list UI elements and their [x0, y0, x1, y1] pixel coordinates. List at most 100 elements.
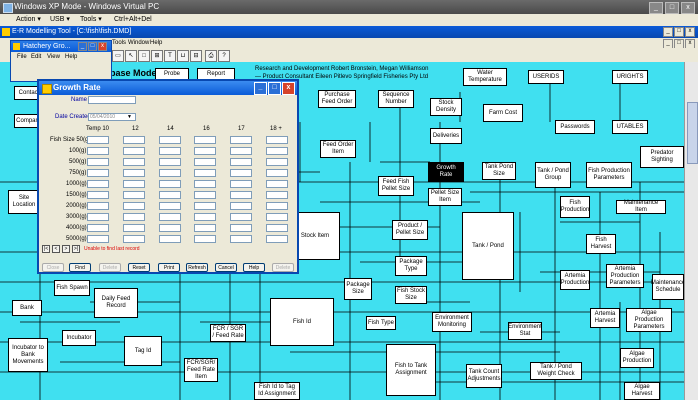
entity-passwords[interactable]: Passwords: [555, 120, 595, 134]
entity-maintenance-item[interactable]: Maintenance Item: [616, 200, 666, 214]
growth-rate-cell[interactable]: [87, 191, 109, 199]
toolbar-relation-icon[interactable]: ⊔: [177, 50, 189, 62]
growth-rate-cell[interactable]: [123, 235, 145, 243]
growth-rate-cell[interactable]: [159, 224, 181, 232]
entity-algae-harvest[interactable]: Algae Harvest: [624, 382, 660, 400]
entity-artemia-production-parameters[interactable]: Artemia Production Parameters: [606, 264, 644, 288]
growth-rate-cell[interactable]: [266, 224, 288, 232]
delete-disabled-button[interactable]: Delete: [272, 263, 294, 272]
toolbar-link-icon[interactable]: ⊟: [190, 50, 202, 62]
hatchery-maximize-button[interactable]: □: [88, 42, 97, 51]
growth-rate-cell[interactable]: [159, 158, 181, 166]
growth-rate-cell[interactable]: [194, 213, 216, 221]
entity-pellet-size-item[interactable]: Pellet Size Item: [428, 188, 462, 206]
growth-rate-cell[interactable]: [266, 213, 288, 221]
growth-rate-cell[interactable]: [159, 202, 181, 210]
app-menu-tools[interactable]: Tools: [112, 38, 126, 48]
growth-rate-cell[interactable]: [194, 224, 216, 232]
entity-maintenance-schedule[interactable]: Maintenance Schedule: [651, 274, 684, 300]
growth-rate-cell[interactable]: [87, 202, 109, 210]
growth-rate-cell[interactable]: [266, 147, 288, 155]
entity-tag-id[interactable]: Tag Id: [124, 336, 162, 366]
hatchery-minimize-button[interactable]: _: [78, 42, 87, 51]
growth-rate-cell[interactable]: [87, 147, 109, 155]
growth-rate-cell[interactable]: [87, 224, 109, 232]
cancel-button[interactable]: Cancel: [215, 263, 237, 272]
name-input[interactable]: [88, 96, 136, 104]
app-minimize-button[interactable]: _: [663, 27, 673, 37]
hatchery-menu-file[interactable]: File: [17, 52, 27, 62]
nav-prev-button[interactable]: <: [52, 245, 60, 253]
growth-rate-cell[interactable]: [87, 136, 109, 144]
entity-product-pellet-size[interactable]: Product / Pellet Size: [392, 220, 428, 240]
close-button[interactable]: Close: [42, 263, 64, 272]
growth-rate-cell[interactable]: [159, 136, 181, 144]
entity-feed-fish-pellet-size[interactable]: Feed Fish Pellet Size: [378, 176, 414, 196]
hatchery-menu-edit[interactable]: Edit: [31, 52, 41, 62]
hatchery-close-button[interactable]: x: [98, 42, 107, 51]
growth-rate-cell[interactable]: [266, 202, 288, 210]
vpc-menu-tools[interactable]: Tools ▾: [80, 14, 102, 26]
growth-rate-cell[interactable]: [266, 180, 288, 188]
growth-rate-cell[interactable]: [123, 224, 145, 232]
entity-tank-pond-group[interactable]: Tank / Pond Group: [535, 162, 571, 188]
entity-bank[interactable]: Bank: [12, 300, 42, 316]
entity-stock-density[interactable]: Stock Density: [430, 98, 462, 116]
entity-feed-order-item[interactable]: Feed Order Item: [320, 140, 356, 158]
entity-purchase-feed-order[interactable]: Purchase Feed Order: [318, 90, 356, 108]
growth-rate-cell[interactable]: [123, 213, 145, 221]
growth-rate-cell[interactable]: [123, 191, 145, 199]
entity-deliveries[interactable]: Deliveries: [430, 128, 462, 144]
growth-rate-cell[interactable]: [266, 169, 288, 177]
growth-rate-cell[interactable]: [230, 147, 252, 155]
entity-userids[interactable]: USERIDS: [528, 70, 564, 84]
delete-button[interactable]: Delete: [99, 263, 121, 272]
entity-algae-production[interactable]: Algae Production: [620, 348, 654, 368]
entity-farm-cost[interactable]: Farm Cost: [483, 104, 523, 122]
entity-fish-spawn[interactable]: Fish Spawn: [54, 280, 90, 296]
entity-tank-pond-weight-check[interactable]: Tank / Pond Weight Check: [530, 362, 582, 380]
diagram-vertical-scrollbar[interactable]: [684, 62, 698, 400]
growth-rate-cell[interactable]: [194, 235, 216, 243]
growth-rate-cell[interactable]: [87, 169, 109, 177]
entity-growth-rate[interactable]: Growth Rate: [428, 162, 464, 182]
entity-fish-type[interactable]: Fish Type: [366, 316, 396, 330]
growth-rate-cell[interactable]: [230, 180, 252, 188]
entity-environment-stat[interactable]: Environment Stat: [508, 322, 542, 340]
app-menu-help[interactable]: Help: [150, 38, 162, 48]
hatchery-menu-view[interactable]: View: [47, 52, 60, 62]
growth-rate-cell[interactable]: [159, 213, 181, 221]
growth-rate-cell[interactable]: [230, 191, 252, 199]
refresh-button[interactable]: Refresh: [186, 263, 208, 272]
entity-fish-stock-size[interactable]: Fish Stock Size: [395, 286, 427, 304]
entity-utables[interactable]: UTABLES: [612, 120, 648, 134]
app-maximize-button[interactable]: □: [674, 27, 684, 37]
vpc-menu-ctrl-alt-del[interactable]: Ctrl+Alt+Del: [114, 14, 152, 26]
date-dropdown-icon[interactable]: ▼: [127, 114, 132, 120]
growth-rate-cell[interactable]: [266, 158, 288, 166]
entity-incubator-to-bank-movements[interactable]: Incubator to Bank Movements: [8, 338, 48, 372]
entity-fish-harvest[interactable]: Fish Harvest: [586, 234, 616, 254]
app-menu-window[interactable]: Window: [128, 38, 149, 48]
entity-predator-sighting[interactable]: Predator Sighting: [640, 146, 684, 168]
help-button[interactable]: Help: [243, 263, 265, 272]
entity-water-temperature[interactable]: Water Temperature: [463, 68, 507, 86]
hatchery-menu-help[interactable]: Help: [65, 52, 77, 62]
vpc-minimize-button[interactable]: _: [649, 2, 663, 14]
growth-rate-cell[interactable]: [194, 191, 216, 199]
growth-rate-cell[interactable]: [230, 213, 252, 221]
nav-next-button[interactable]: >: [62, 245, 70, 253]
entity-fcr-sgr-feed-rate[interactable]: FCR / SGR / Feed Rate: [210, 324, 246, 342]
growth-rate-minimize-button[interactable]: _: [254, 82, 267, 95]
growth-rate-cell[interactable]: [159, 191, 181, 199]
growth-rate-cell[interactable]: [123, 169, 145, 177]
nav-last-button[interactable]: >|: [72, 245, 80, 253]
entity-fish-id-to-tag-id-assignment[interactable]: Fish Id to Tag Id Assignment: [254, 382, 300, 400]
growth-rate-cell[interactable]: [230, 158, 252, 166]
entity-fish-production-parameters[interactable]: Fish Production Parameters: [586, 162, 632, 188]
find-button[interactable]: Find: [69, 263, 91, 272]
nav-first-button[interactable]: |<: [42, 245, 50, 253]
growth-rate-cell[interactable]: [194, 202, 216, 210]
toolbar-text-icon[interactable]: T: [164, 50, 176, 62]
growth-rate-cell[interactable]: [194, 169, 216, 177]
